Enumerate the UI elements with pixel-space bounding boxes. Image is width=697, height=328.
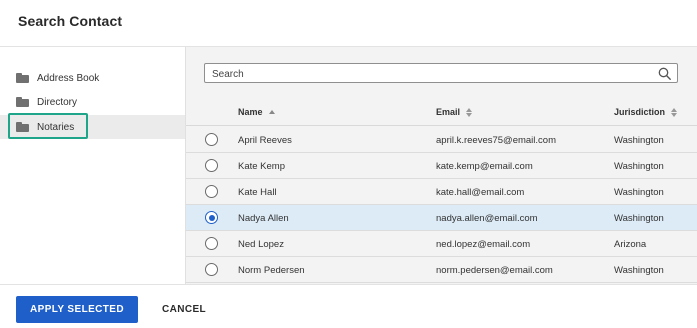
folder-icon (16, 73, 29, 83)
sort-ascending-icon (268, 110, 275, 114)
sidebar-item-label: Address Book (37, 72, 100, 84)
sidebar-item-label: Notaries (37, 121, 75, 133)
sidebar: Address Book Directory Notaries (0, 47, 186, 284)
row-radio-selected[interactable] (205, 211, 218, 224)
column-header-name[interactable]: Name (238, 107, 275, 117)
table-body: April Reeves april.k.reeves75@email.com … (186, 127, 697, 283)
sidebar-item-directory[interactable]: Directory (0, 90, 185, 114)
sidebar-item-address-book[interactable]: Address Book (0, 66, 185, 90)
row-radio[interactable] (205, 133, 218, 146)
table-row[interactable]: Kate Kemp kate.kemp@email.com Washington (186, 153, 697, 179)
column-header-email[interactable]: Email (436, 107, 473, 117)
cell-name: Kate Kemp (238, 161, 285, 172)
dialog-title: Search Contact (18, 13, 123, 29)
row-radio[interactable] (205, 263, 218, 276)
row-radio[interactable] (205, 159, 218, 172)
cell-jurisdiction: Washington (614, 161, 664, 172)
search-input[interactable] (205, 65, 645, 84)
cell-email: norm.pedersen@email.com (436, 265, 553, 276)
cell-email: april.k.reeves75@email.com (436, 135, 556, 146)
table-row[interactable]: Norm Pedersen norm.pedersen@email.com Wa… (186, 257, 697, 283)
row-radio[interactable] (205, 237, 218, 250)
folder-icon (16, 97, 29, 107)
cell-jurisdiction: Washington (614, 213, 664, 224)
cell-name: Kate Hall (238, 187, 277, 198)
folder-icon (16, 122, 29, 132)
table-row[interactable]: Ned Lopez ned.lopez@email.com Arizona (186, 231, 697, 257)
cell-name: Nadya Allen (238, 213, 289, 224)
cell-jurisdiction: Washington (614, 187, 664, 198)
column-header-jurisdiction[interactable]: Jurisdiction (614, 107, 678, 117)
sort-icon (671, 107, 678, 117)
table-header: Name Email Jurisdiction (186, 98, 697, 126)
search-icon[interactable] (658, 67, 671, 80)
footer-divider (0, 284, 697, 285)
contact-list-panel: Name Email Jurisdiction April Reeves apr… (186, 47, 697, 284)
table-row[interactable]: Kate Hall kate.hall@email.com Washington (186, 179, 697, 205)
sort-icon (466, 107, 473, 117)
sidebar-item-label: Directory (37, 96, 78, 108)
sidebar-item-notaries[interactable]: Notaries (0, 115, 185, 139)
cell-email: ned.lopez@email.com (436, 239, 531, 250)
cell-email: nadya.allen@email.com (436, 213, 538, 224)
cell-name: Ned Lopez (238, 239, 284, 250)
cell-name: Norm Pedersen (238, 265, 305, 276)
row-radio[interactable] (205, 185, 218, 198)
search-box (204, 63, 678, 84)
table-row-selected[interactable]: Nadya Allen nadya.allen@email.com Washin… (186, 205, 697, 231)
table-row[interactable]: April Reeves april.k.reeves75@email.com … (186, 127, 697, 153)
cell-name: April Reeves (238, 135, 292, 146)
cell-email: kate.hall@email.com (436, 187, 525, 198)
cancel-button[interactable]: CANCEL (152, 296, 216, 323)
cell-jurisdiction: Arizona (614, 239, 647, 250)
apply-selected-button[interactable]: APPLY SELECTED (16, 296, 138, 323)
cell-jurisdiction: Washington (614, 265, 664, 276)
cell-email: kate.kemp@email.com (436, 161, 533, 172)
cell-jurisdiction: Washington (614, 135, 664, 146)
